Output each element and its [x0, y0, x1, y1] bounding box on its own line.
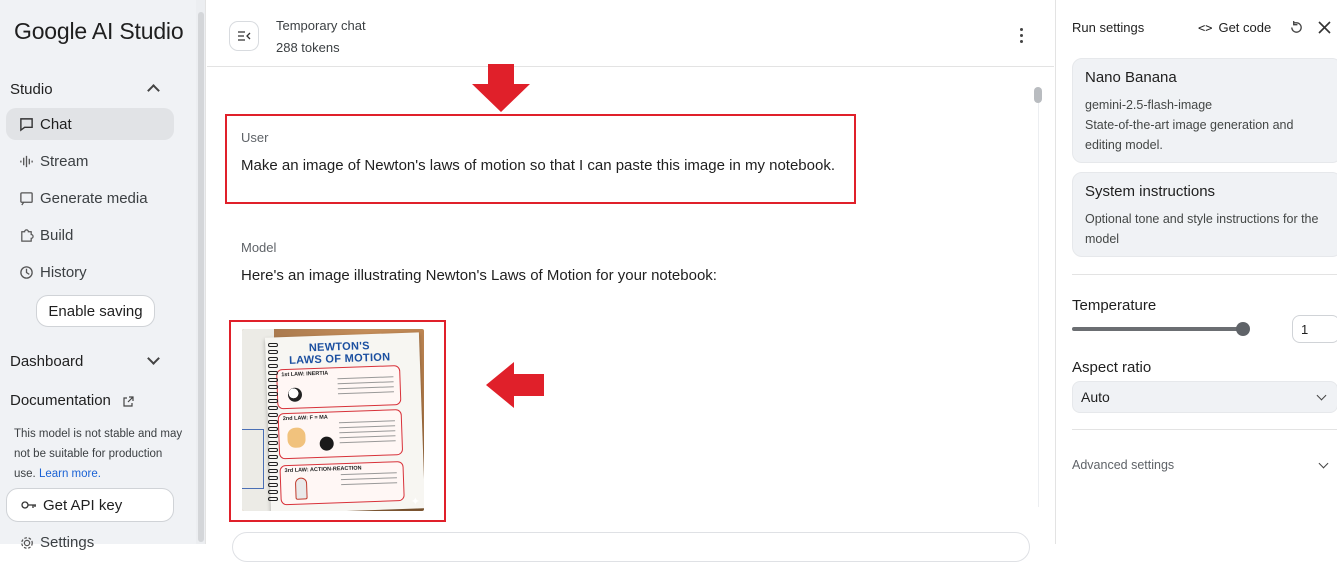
get-api-key-button[interactable]: Get API key	[6, 488, 174, 522]
user-role-label: User	[241, 130, 269, 145]
collapse-menu-icon	[237, 30, 251, 42]
annotation-arrow-down-icon	[472, 64, 530, 112]
notebook-right-page: NEWTON'S LAWS OF MOTION 1st LAW: INERTIA…	[264, 332, 424, 511]
rocket-icon	[294, 477, 308, 500]
chevron-down-icon[interactable]	[1318, 458, 1329, 469]
annotation-arrow-left-icon	[486, 362, 544, 408]
sidebar-item-label: Build	[40, 226, 74, 244]
advanced-settings-toggle[interactable]: Advanced settings	[1072, 458, 1174, 472]
toggle-sidebar-button[interactable]	[229, 21, 259, 51]
user-message: Make an image of Newton's laws of motion…	[241, 157, 836, 174]
external-link-icon[interactable]	[122, 395, 134, 413]
enable-saving-button[interactable]: Enable saving	[36, 295, 155, 327]
sidebar-item-label: Chat	[40, 115, 72, 133]
sidebar-item-history[interactable]: History	[6, 256, 174, 288]
law2-card: 2nd LAW: F = MA	[277, 409, 404, 460]
divider	[1072, 274, 1337, 275]
run-settings-title: Run settings	[1072, 20, 1145, 35]
dashboard-heading[interactable]: Dashboard	[10, 353, 83, 370]
model-description: State-of-the-art image generation and ed…	[1085, 118, 1294, 152]
image-title: NEWTON'S LAWS OF MOTION	[279, 339, 400, 367]
sidebar-item-label: Stream	[40, 152, 89, 170]
divider	[1072, 429, 1337, 430]
gear-icon	[20, 536, 34, 550]
key-icon	[21, 500, 37, 510]
chat-icon	[18, 116, 34, 132]
chat-scroll-thumb[interactable]	[1034, 87, 1042, 103]
sidebar-scrollbar[interactable]	[196, 0, 206, 544]
notebook-spiral	[268, 343, 278, 504]
studio-heading[interactable]: Studio	[10, 81, 53, 98]
chat-scrollbar[interactable]	[1034, 87, 1042, 387]
model-id: gemini-2.5-flash-image	[1085, 98, 1213, 112]
reset-settings-icon[interactable]	[1289, 20, 1304, 40]
system-instructions-placeholder: Optional tone and style instructions for…	[1085, 212, 1319, 246]
temperature-input[interactable]: 1	[1292, 315, 1337, 343]
law3-text-lines	[340, 472, 398, 489]
law1-card: 1st LAW: INERTIA	[276, 365, 402, 410]
law1-heading: 1st LAW: INERTIA	[281, 370, 329, 379]
law1-text-lines	[337, 376, 394, 398]
generated-image[interactable]: NEWTON'S LAWS OF MOTION 1st LAW: INERTIA…	[242, 329, 424, 511]
sidebar: Google AI Studio Studio Chat Stream Gene…	[0, 0, 196, 551]
media-icon	[18, 190, 34, 206]
close-icon[interactable]	[1318, 21, 1331, 39]
system-instructions-title: System instructions	[1085, 183, 1216, 200]
sidebar-item-settings[interactable]: Settings	[20, 534, 94, 551]
documentation-link[interactable]: Documentation	[10, 392, 111, 409]
bowling-ball-icon	[319, 436, 334, 451]
sidebar-item-generate-media[interactable]: Generate media	[6, 182, 174, 214]
sparkle-icon: ✦	[410, 496, 420, 508]
temperature-label: Temperature	[1072, 297, 1157, 314]
chat-title[interactable]: Temporary chat	[276, 18, 366, 33]
code-icon: <>	[1198, 20, 1213, 35]
system-instructions-card[interactable]: System instructions Optional tone and st…	[1072, 172, 1337, 257]
law3-card: 3rd LAW: ACTION-REACTION	[279, 460, 405, 506]
token-count: 288 tokens	[276, 40, 340, 55]
run-settings-panel: Run settings <> Get code Nano Banana gem…	[1055, 0, 1337, 544]
arm-icon	[287, 427, 306, 449]
get-api-key-label: Get API key	[43, 496, 123, 514]
aspect-ratio-select[interactable]: Auto	[1072, 381, 1337, 413]
app-logo[interactable]: Google AI Studio	[14, 18, 184, 45]
sidebar-item-label: Generate media	[40, 189, 148, 207]
law2-heading: 2nd LAW: F = MA	[282, 414, 328, 423]
learn-more-link[interactable]: Learn more.	[39, 468, 101, 480]
prompt-input[interactable]	[232, 532, 1030, 562]
chevron-down-icon[interactable]	[147, 352, 160, 365]
temperature-slider-track[interactable]	[1072, 327, 1244, 331]
model-selector-card[interactable]: Nano Banana gemini-2.5-flash-image State…	[1072, 58, 1337, 163]
sidebar-scroll-thumb[interactable]	[198, 12, 204, 542]
aspect-ratio-value: Auto	[1081, 389, 1110, 405]
law2-text-lines	[338, 420, 396, 447]
chevron-down-icon	[1316, 390, 1327, 401]
aspect-ratio-label: Aspect ratio	[1072, 359, 1152, 376]
waveform-icon	[18, 153, 34, 169]
model-name: Nano Banana	[1085, 69, 1177, 86]
chevron-up-icon[interactable]	[147, 84, 160, 97]
sidebar-item-label: Settings	[40, 534, 95, 551]
model-role-label: Model	[241, 240, 277, 255]
sidebar-item-build[interactable]: Build	[6, 219, 174, 251]
model-stability-note: This model is not stable and may not be …	[14, 424, 184, 484]
get-code-label: Get code	[1218, 20, 1272, 35]
temperature-slider-thumb[interactable]	[1236, 322, 1250, 336]
history-icon	[18, 264, 34, 280]
model-message: Here's an image illustrating Newton's La…	[241, 267, 717, 284]
sidebar-item-chat[interactable]: Chat	[6, 108, 174, 140]
chat-header: Temporary chat 288 tokens	[207, 0, 1054, 67]
more-options-icon[interactable]	[1020, 28, 1024, 46]
get-code-button[interactable]: <> Get code	[1198, 20, 1271, 35]
sidebar-item-stream[interactable]: Stream	[6, 145, 174, 177]
sidebar-item-label: History	[40, 263, 87, 281]
puzzle-icon	[18, 227, 34, 243]
soccer-ball-icon	[287, 387, 303, 402]
